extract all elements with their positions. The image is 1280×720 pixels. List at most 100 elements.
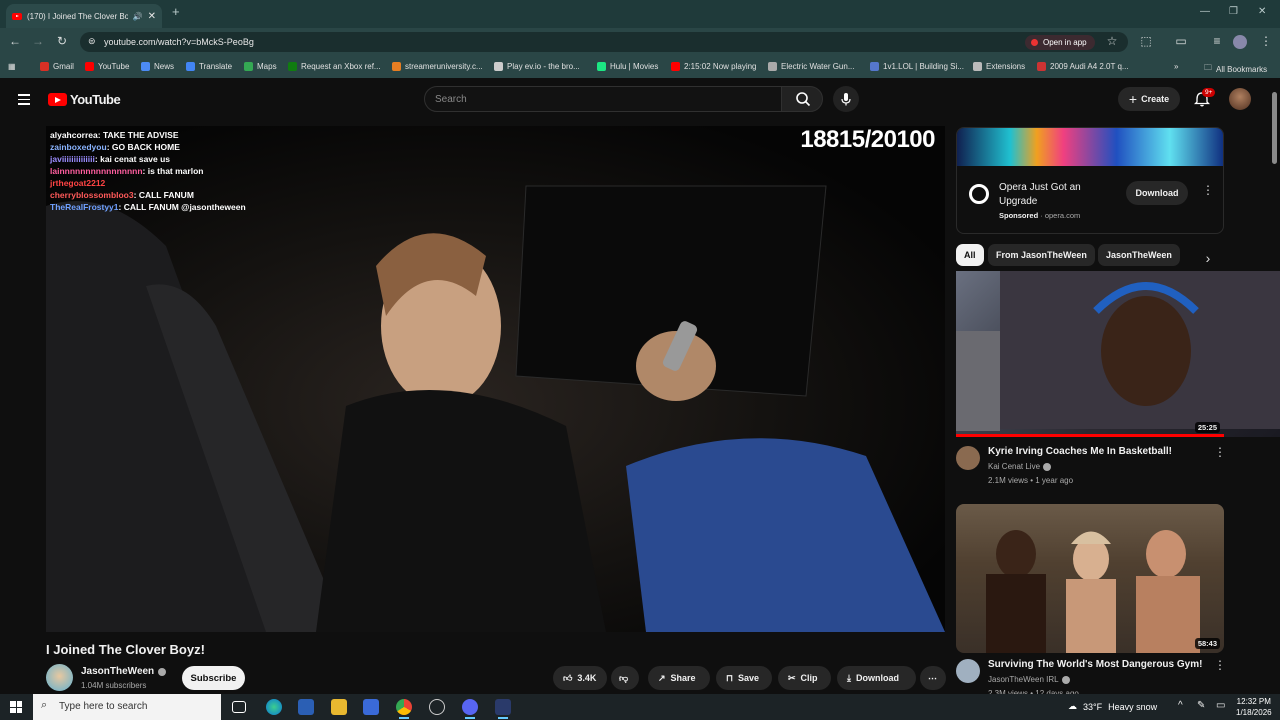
bookmark-item[interactable]: News: [141, 62, 174, 71]
channel-avatar[interactable]: [46, 664, 73, 691]
chat-username: zainboxedyou: [50, 142, 107, 152]
opera-logo-icon: [969, 184, 989, 204]
search-input[interactable]: Search: [424, 86, 782, 112]
file-explorer-icon[interactable]: [331, 699, 347, 715]
bookmark-item[interactable]: streameruniversity.c...: [392, 62, 483, 71]
share-icon: ↗: [658, 672, 666, 683]
bookmark-favicon-icon: [392, 62, 401, 71]
chip-from-channel[interactable]: From JasonTheWeen: [988, 244, 1095, 266]
open-in-app-button[interactable]: Open in app: [1025, 35, 1095, 50]
more-bookmarks-icon[interactable]: »: [1174, 62, 1178, 71]
search-button[interactable]: [781, 86, 823, 112]
bookmark-item[interactable]: 2:15:02 Now playing: [671, 62, 757, 71]
system-clock[interactable]: 12:32 PM 1/18/2026: [1236, 696, 1272, 718]
all-bookmarks[interactable]: 🗀 All Bookmarks: [1204, 62, 1267, 76]
windows-start-icon[interactable]: [10, 701, 22, 713]
channel-avatar[interactable]: [956, 659, 980, 683]
apps-grid-icon[interactable]: ▦: [8, 62, 16, 71]
recommended-title[interactable]: Kyrie Irving Coaches Me In Basketball!: [988, 446, 1172, 457]
share-button[interactable]: ↗ Share: [648, 666, 710, 690]
video-thumbnail[interactable]: 25:25: [956, 271, 1280, 437]
save-button[interactable]: ⊓ Save: [716, 666, 772, 690]
bookmark-favicon-icon: [141, 62, 150, 71]
chat-text: CALL FANUM: [138, 190, 194, 200]
youtube-favicon-icon: [12, 12, 22, 20]
bookmark-item[interactable]: Gmail: [40, 62, 74, 71]
clip-button[interactable]: ✂ Clip: [778, 666, 831, 690]
chip-all[interactable]: All: [956, 244, 984, 266]
chrome-icon[interactable]: [396, 699, 412, 719]
site-info-icon[interactable]: ⊜: [88, 36, 96, 47]
ad-banner-image: [957, 128, 1223, 166]
maximize-icon[interactable]: ❐: [1229, 6, 1238, 17]
user-avatar[interactable]: [1229, 88, 1251, 110]
bookmark-item[interactable]: Electric Water Gun...: [768, 62, 855, 71]
bookmark-label: Electric Water Gun...: [781, 62, 855, 71]
edge-icon[interactable]: [266, 699, 282, 715]
channel-name[interactable]: JasonTheWeen: [81, 666, 167, 677]
reading-list-icon[interactable]: ≡: [1209, 34, 1225, 48]
recommended-channel[interactable]: JasonTheWeen IRL: [988, 675, 1070, 684]
tab-close-icon[interactable]: ✕: [148, 11, 156, 22]
url-input[interactable]: ⊜ youtube.com/watch?v=bMckS-PeoBg: [80, 32, 1128, 52]
bookmark-item[interactable]: 2009 Audi A4 2.0T q...: [1037, 62, 1129, 71]
bookmark-item[interactable]: Hulu | Movies: [597, 62, 658, 71]
video-thumbnail[interactable]: 58:43: [956, 504, 1224, 653]
download-button[interactable]: ⤓ Download: [837, 666, 916, 690]
word-icon[interactable]: [298, 699, 314, 715]
reload-icon[interactable]: ↻: [54, 34, 70, 48]
bookmark-item[interactable]: 1v1.LOL | Building Si...: [870, 62, 964, 71]
profile-icon[interactable]: [1233, 35, 1247, 49]
voice-search-button[interactable]: [833, 86, 859, 112]
weather-condition: Heavy snow: [1108, 701, 1158, 712]
app-icon-2[interactable]: [495, 699, 511, 719]
hamburger-menu-icon[interactable]: [18, 94, 30, 108]
minimize-icon[interactable]: —: [1200, 6, 1210, 17]
channel-avatar[interactable]: [956, 446, 980, 470]
bookmark-item[interactable]: Play ev.io - the bro...: [494, 62, 580, 71]
bookmark-item[interactable]: YouTube: [85, 62, 129, 71]
pen-icon[interactable]: ✎: [1197, 700, 1205, 711]
ad-download-button[interactable]: Download: [1126, 181, 1188, 205]
recommended-title[interactable]: Surviving The World's Most Dangerous Gym…: [988, 659, 1202, 670]
tab-title: (170) I Joined The Clover Bo: [27, 11, 128, 21]
store-icon[interactable]: [363, 699, 379, 715]
like-button[interactable]: 👍︎ 3.4K: [553, 666, 607, 690]
video-more-icon[interactable]: ⋮: [1214, 446, 1226, 458]
app-icon[interactable]: [429, 699, 445, 715]
bookmark-item[interactable]: Translate: [186, 62, 232, 71]
chips-next-icon[interactable]: ›: [1204, 251, 1212, 265]
weather-widget[interactable]: ☁ 33°F Heavy snow: [1068, 701, 1157, 712]
chat-message: javiiiiiiiiiiiiii: kai cenat save us: [50, 153, 246, 165]
youtube-logo[interactable]: YouTube: [48, 92, 121, 107]
dislike-button[interactable]: 👎︎: [611, 666, 639, 690]
task-view-icon[interactable]: [232, 701, 246, 713]
taskbar-search-input[interactable]: ⌕ Type here to search: [33, 694, 221, 720]
extensions-icon[interactable]: ⬚: [1138, 34, 1154, 48]
video-more-icon[interactable]: ⋮: [1214, 659, 1226, 671]
menu-icon[interactable]: ⋮: [1258, 34, 1274, 48]
cast-icon[interactable]: ▭: [1173, 34, 1189, 48]
discord-icon[interactable]: [462, 699, 478, 719]
chip-channel[interactable]: JasonTheWeen: [1098, 244, 1180, 266]
back-icon[interactable]: ←: [7, 34, 23, 48]
bookmark-star-icon[interactable]: ☆: [1104, 34, 1120, 48]
browser-tab[interactable]: (170) I Joined The Clover Bo 🔊 ✕: [6, 4, 162, 28]
chat-message: cherryblossombloo3: CALL FANUM: [50, 189, 246, 201]
ad-more-icon[interactable]: ⋮: [1202, 184, 1214, 196]
bookmark-item[interactable]: Extensions: [973, 62, 1025, 71]
forward-icon[interactable]: →: [30, 34, 46, 48]
new-tab-icon[interactable]: +: [172, 4, 180, 19]
create-button[interactable]: + Create: [1118, 87, 1180, 111]
close-window-icon[interactable]: ✕: [1258, 6, 1266, 17]
recommended-channel[interactable]: Kai Cenat Live: [988, 462, 1052, 471]
tray-chevron-icon[interactable]: ^: [1178, 700, 1183, 711]
bookmark-item[interactable]: Maps: [244, 62, 277, 71]
more-actions-button[interactable]: ⋯: [920, 666, 946, 690]
network-icon[interactable]: ▭: [1216, 700, 1225, 711]
audio-icon[interactable]: 🔊: [133, 12, 143, 21]
video-player[interactable]: alyahcorrea: TAKE THE ADVISE zainboxedyou…: [46, 126, 945, 632]
bookmark-item[interactable]: Request an Xbox ref...: [288, 62, 381, 71]
page-scrollbar[interactable]: [1272, 92, 1277, 164]
subscribe-button[interactable]: Subscribe: [182, 666, 245, 690]
